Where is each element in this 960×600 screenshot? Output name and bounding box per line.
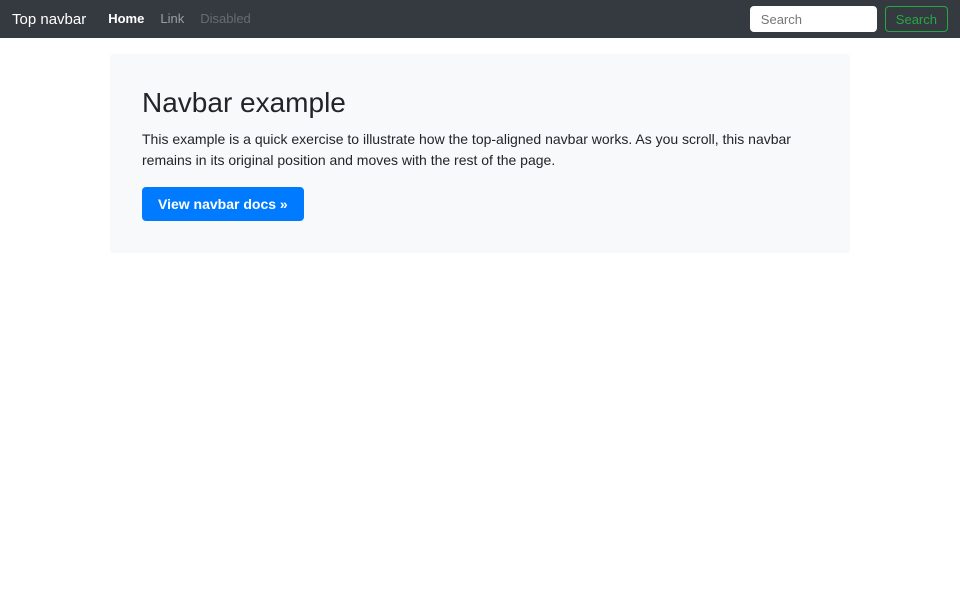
page-description: This example is a quick exercise to illu…: [142, 131, 791, 168]
nav-link-disabled: Disabled: [200, 11, 251, 26]
search-input[interactable]: [749, 6, 877, 32]
top-navbar: Top navbar Home Link Disabled Search: [0, 0, 960, 38]
page-content: Navbar example This example is a quick e…: [0, 54, 960, 253]
navbar-nav: Home Link Disabled: [100, 10, 259, 28]
nav-link-link[interactable]: Link: [152, 11, 192, 26]
view-navbar-docs-button[interactable]: View navbar docs »: [142, 187, 304, 221]
nav-item-disabled: Disabled: [192, 10, 259, 28]
nav-item-home: Home: [100, 10, 152, 28]
nav-link-home[interactable]: Home: [100, 11, 152, 26]
search-form: Search: [749, 6, 948, 32]
jumbotron: Navbar example This example is a quick e…: [110, 54, 850, 253]
search-button[interactable]: Search: [884, 6, 948, 32]
nav-item-link: Link: [152, 10, 192, 28]
page-title: Navbar example: [142, 87, 346, 118]
navbar-brand[interactable]: Top navbar: [12, 11, 86, 28]
